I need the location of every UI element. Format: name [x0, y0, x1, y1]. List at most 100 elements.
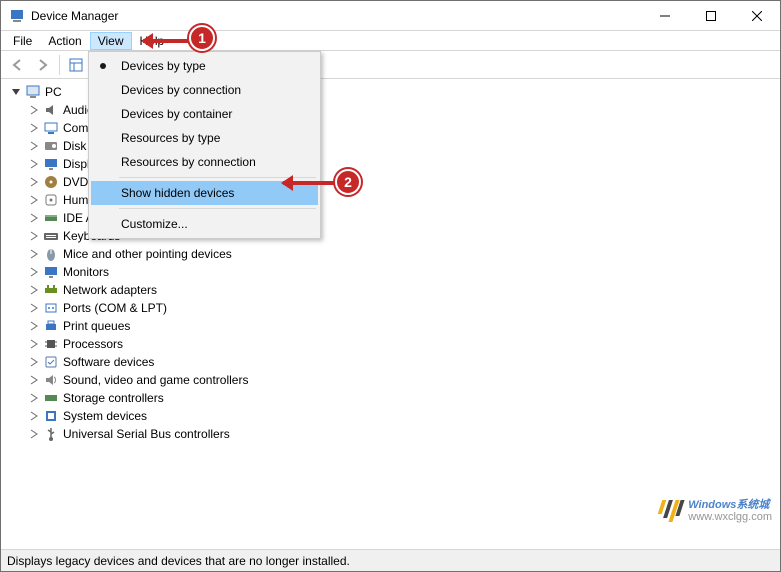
menu-bar: File Action View Help [1, 31, 780, 51]
tree-item-label: Sound, video and game controllers [63, 373, 248, 387]
ports-icon [43, 300, 59, 316]
device-manager-window: Device Manager File Action View Help PC … [0, 0, 781, 572]
tree-item-label: Mice and other pointing devices [63, 247, 232, 261]
app-icon [9, 8, 25, 24]
caret-right-icon[interactable] [27, 427, 41, 441]
caret-right-icon[interactable] [27, 409, 41, 423]
watermark-line1: Windows系统城 [688, 499, 772, 511]
caret-right-icon[interactable] [27, 229, 41, 243]
caret-right-icon[interactable] [27, 337, 41, 351]
menu-item-label: Show hidden devices [121, 186, 234, 200]
sound-icon [43, 372, 59, 388]
menu-item-label: Devices by container [121, 107, 232, 121]
system-icon [43, 408, 59, 424]
caret-right-icon[interactable] [27, 121, 41, 135]
window-title: Device Manager [31, 9, 118, 23]
menu-separator [119, 208, 316, 209]
caret-right-icon[interactable] [27, 157, 41, 171]
display-icon [43, 156, 59, 172]
view-menu-dropdown: Devices by type Devices by connection De… [88, 51, 321, 239]
title-bar[interactable]: Device Manager [1, 1, 780, 31]
menu-item-label: Customize... [121, 217, 188, 231]
tree-item-label: Network adapters [63, 283, 157, 297]
caret-right-icon[interactable] [27, 319, 41, 333]
caret-right-icon[interactable] [27, 103, 41, 117]
menu-devices-by-container[interactable]: Devices by container [91, 102, 318, 126]
watermark-line2: www.wxclgg.com [688, 511, 772, 523]
tree-item[interactable]: Universal Serial Bus controllers [5, 425, 780, 443]
menu-action[interactable]: Action [40, 32, 89, 50]
tree-item[interactable]: Sound, video and game controllers [5, 371, 780, 389]
caret-right-icon[interactable] [27, 211, 41, 225]
status-text: Displays legacy devices and devices that… [7, 554, 350, 568]
bullet-icon [100, 63, 106, 69]
tree-item[interactable]: Monitors [5, 263, 780, 281]
menu-item-label: Resources by type [121, 131, 220, 145]
usb-icon [43, 426, 59, 442]
show-hide-tree-button[interactable] [64, 53, 88, 77]
maximize-button[interactable] [688, 1, 734, 31]
caret-right-icon[interactable] [27, 193, 41, 207]
watermark: Windows系统城 www.wxclgg.com [660, 499, 772, 523]
tree-item-label: Print queues [63, 319, 130, 333]
caret-right-icon[interactable] [27, 301, 41, 315]
forward-button[interactable] [31, 53, 55, 77]
tree-item[interactable]: System devices [5, 407, 780, 425]
tree-item[interactable]: Processors [5, 335, 780, 353]
tree-item[interactable]: Print queues [5, 317, 780, 335]
tree-item-label: Storage controllers [63, 391, 164, 405]
tree-item-label: Ports (COM & LPT) [63, 301, 167, 315]
caret-right-icon[interactable] [27, 391, 41, 405]
menu-file[interactable]: File [5, 32, 40, 50]
caret-right-icon[interactable] [27, 355, 41, 369]
software-icon [43, 354, 59, 370]
storage-icon [43, 390, 59, 406]
caret-right-icon[interactable] [27, 139, 41, 153]
monitor-icon [43, 264, 59, 280]
hid-icon [43, 192, 59, 208]
audio-icon [43, 102, 59, 118]
tree-item[interactable]: Mice and other pointing devices [5, 245, 780, 263]
pc-icon [25, 84, 41, 100]
back-button[interactable] [5, 53, 29, 77]
keyboard-icon [43, 228, 59, 244]
tree-item-label: Monitors [63, 265, 109, 279]
status-bar: Displays legacy devices and devices that… [1, 549, 780, 571]
menu-item-label: Resources by connection [121, 155, 256, 169]
disk-icon [43, 138, 59, 154]
close-button[interactable] [734, 1, 780, 31]
menu-devices-by-type[interactable]: Devices by type [91, 54, 318, 78]
menu-view[interactable]: View [90, 32, 132, 50]
minimize-button[interactable] [642, 1, 688, 31]
menu-item-label: Devices by connection [121, 83, 241, 97]
caret-right-icon[interactable] [27, 283, 41, 297]
caret-right-icon[interactable] [27, 247, 41, 261]
menu-resources-by-connection[interactable]: Resources by connection [91, 150, 318, 174]
tree-item[interactable]: Network adapters [5, 281, 780, 299]
tree-root-label: PC [45, 85, 62, 99]
dvd-icon [43, 174, 59, 190]
mouse-icon [43, 246, 59, 262]
menu-item-label: Devices by type [121, 59, 206, 73]
tree-item-label: Processors [63, 337, 123, 351]
cpu-icon [43, 336, 59, 352]
print-icon [43, 318, 59, 334]
ide-icon [43, 210, 59, 226]
tree-item[interactable]: Software devices [5, 353, 780, 371]
menu-resources-by-type[interactable]: Resources by type [91, 126, 318, 150]
caret-right-icon[interactable] [27, 265, 41, 279]
network-icon [43, 282, 59, 298]
tree-item[interactable]: Ports (COM & LPT) [5, 299, 780, 317]
menu-customize[interactable]: Customize... [91, 212, 318, 236]
annotation-arrow-1 [143, 39, 191, 43]
tree-item-label: Software devices [63, 355, 154, 369]
caret-right-icon[interactable] [27, 175, 41, 189]
tree-item[interactable]: Storage controllers [5, 389, 780, 407]
caret-right-icon[interactable] [27, 373, 41, 387]
tree-item-label: System devices [63, 409, 147, 423]
annotation-arrow-2 [283, 181, 337, 185]
menu-devices-by-connection[interactable]: Devices by connection [91, 78, 318, 102]
computer-icon [43, 120, 59, 136]
caret-down-icon[interactable] [9, 85, 23, 99]
toolbar-separator [59, 55, 60, 75]
